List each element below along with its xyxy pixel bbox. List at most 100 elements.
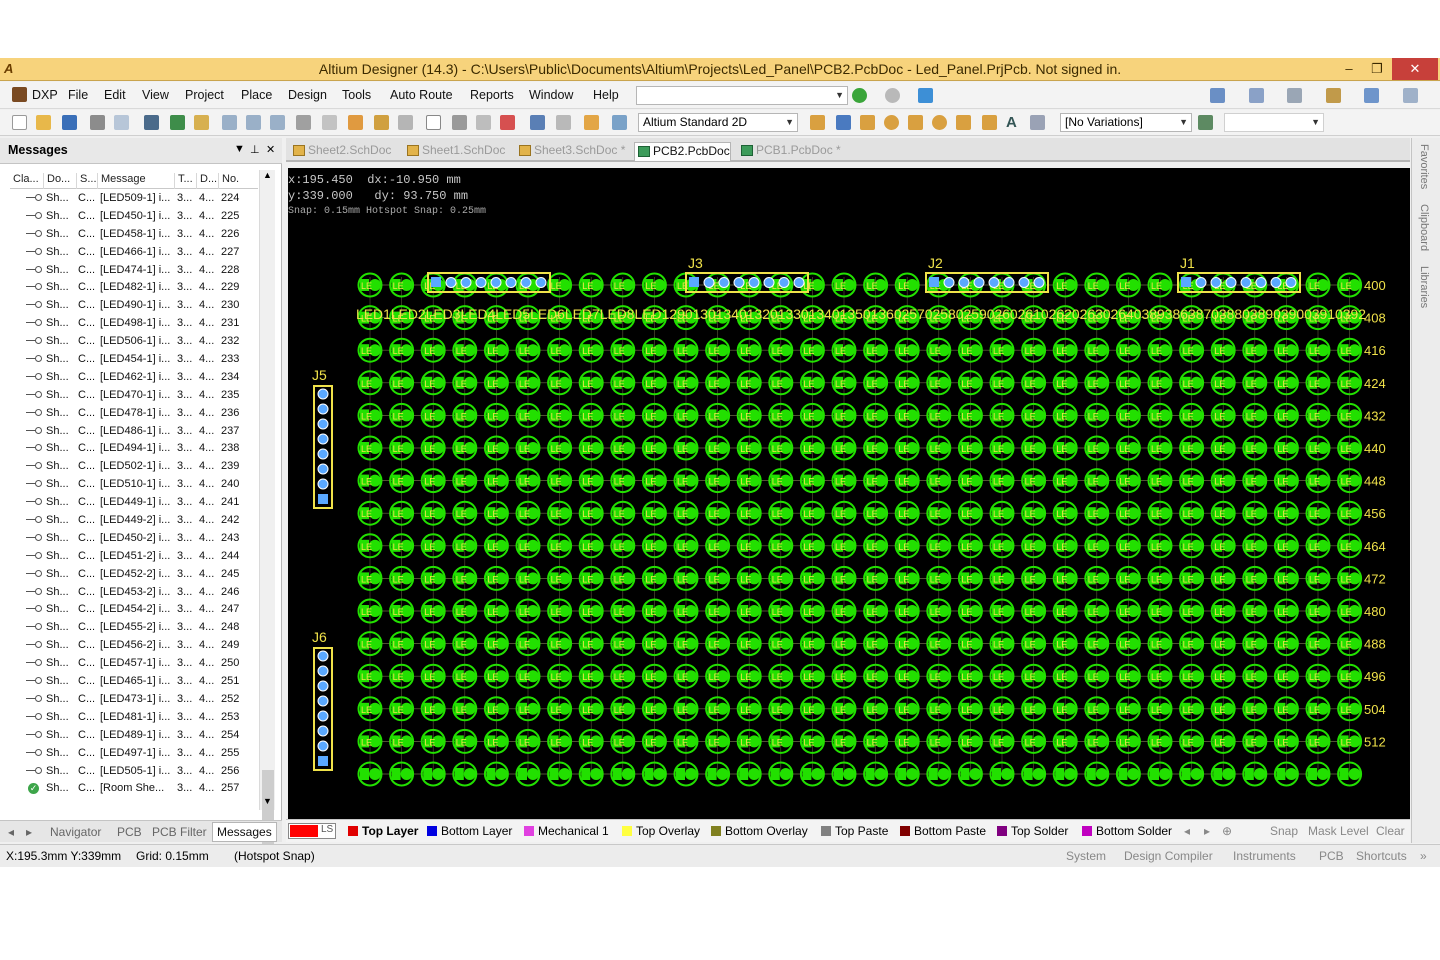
layer-tab[interactable]: Top Layer [348, 824, 418, 838]
scroll-up-icon[interactable]: ▲ [263, 170, 272, 180]
menu-help[interactable]: Help [593, 88, 619, 102]
menu-reports[interactable]: Reports [470, 88, 514, 102]
dxp-icon[interactable] [12, 87, 27, 102]
message-row[interactable]: Sh... C... [LED482-1] i... 3... 4... 229 [10, 279, 258, 297]
restore-button[interactable]: ❐ [1362, 58, 1392, 80]
message-row[interactable]: Sh... C... [LED473-1] i... 3... 4... 252 [10, 691, 258, 709]
tab-scroll-right-icon[interactable]: ▸ [26, 825, 32, 839]
message-row[interactable]: Sh... C... [LED449-1] i... 3... 4... 241 [10, 494, 258, 512]
via-icon[interactable] [908, 115, 923, 130]
clipboard-tab[interactable]: Clipboard [1418, 204, 1430, 251]
message-row[interactable]: Sh... C... [LED470-1] i... 3... 4... 235 [10, 387, 258, 405]
message-row[interactable]: Sh... C... [LED457-1] i... 3... 4... 250 [10, 655, 258, 673]
clear-filter-icon[interactable] [500, 115, 515, 130]
clear-icon[interactable] [398, 115, 413, 130]
view-mode-combo[interactable]: Altium Standard 2D ▼ [638, 113, 798, 132]
menu-design[interactable]: Design [288, 88, 327, 102]
print-icon[interactable] [90, 115, 105, 130]
panel-tab-pcb-filter[interactable]: PCB Filter [152, 825, 207, 839]
interactive-route-icon[interactable] [810, 115, 825, 130]
message-row[interactable]: Sh... C... [LED455-2] i... 3... 4... 248 [10, 619, 258, 637]
back-icon[interactable] [852, 88, 867, 103]
close-button[interactable]: ✕ [1392, 58, 1438, 80]
scroll-down-icon[interactable]: ▼ [263, 796, 272, 806]
compile-icon[interactable] [1287, 88, 1302, 103]
column-source[interactable]: S... [76, 173, 97, 189]
column-time[interactable]: T... [174, 173, 193, 189]
doc-tab[interactable]: PCB2.PcbDoc [634, 142, 731, 161]
message-row[interactable]: Sh... C... [LED462-1] i... 3... 4... 234 [10, 369, 258, 387]
layer-tab[interactable]: Top Overlay [622, 824, 700, 838]
pad-icon[interactable] [884, 115, 899, 130]
message-row[interactable]: Sh... C... [LED451-2] i... 3... 4... 244 [10, 548, 258, 566]
message-row[interactable]: ✓ Sh... C... [Room She... 3... 4... 257 [10, 780, 258, 798]
menu-window[interactable]: Window [529, 88, 573, 102]
layer-set-icon[interactable]: ⊕ [1222, 824, 1232, 838]
route-diff-pair-icon[interactable] [836, 115, 851, 130]
favorites-tab[interactable]: Favorites [1418, 144, 1430, 189]
panel-menu-icon[interactable]: ▼ [234, 143, 245, 155]
message-row[interactable]: Sh... C... [LED452-2] i... 3... 4... 245 [10, 566, 258, 584]
doc-tab[interactable]: Sheet3.SchDoc * [516, 142, 625, 161]
status-instruments-button[interactable]: Instruments [1233, 849, 1296, 863]
messages-scrollbar[interactable]: ▲ ▼ [259, 170, 275, 850]
message-row[interactable]: Sh... C... [LED449-2] i... 3... 4... 242 [10, 512, 258, 530]
tab-scroll-left-icon[interactable]: ◂ [8, 825, 14, 839]
message-row[interactable]: Sh... C... [LED506-1] i... 3... 4... 232 [10, 333, 258, 351]
message-row[interactable]: Sh... C... [LED458-1] i... 3... 4... 226 [10, 226, 258, 244]
pin-icon[interactable]: ⊥ [250, 143, 260, 156]
message-row[interactable]: Sh... C... [LED486-1] i... 3... 4... 237 [10, 423, 258, 441]
message-row[interactable]: Sh... C... [LED478-1] i... 3... 4... 236 [10, 405, 258, 423]
message-row[interactable]: Sh... C... [LED489-1] i... 3... 4... 254 [10, 727, 258, 745]
menu-project[interactable]: Project [185, 88, 224, 102]
menu-edit[interactable]: Edit [104, 88, 126, 102]
layer-tab[interactable]: Top Solder [997, 824, 1068, 838]
menu-view[interactable]: View [142, 88, 169, 102]
path-combo[interactable]: ▼ [636, 86, 848, 105]
message-row[interactable]: Sh... C... [LED450-1] i... 3... 4... 225 [10, 208, 258, 226]
layer-tab[interactable]: Mechanical 1 [524, 824, 609, 838]
undo-icon[interactable] [530, 115, 545, 130]
layer-bar-button-mask-level[interactable]: Mask Level [1308, 824, 1369, 838]
new-icon[interactable] [12, 115, 27, 130]
pencil-icon[interactable] [584, 115, 599, 130]
status-design-compiler-button[interactable]: Design Compiler [1124, 849, 1213, 863]
doc-tab[interactable]: Sheet2.SchDoc [290, 142, 391, 161]
arc-icon[interactable] [932, 115, 947, 130]
files-icon[interactable] [1249, 88, 1264, 103]
message-row[interactable]: Sh... C... [LED454-1] i... 3... 4... 233 [10, 351, 258, 369]
menu-auto-route[interactable]: Auto Route [390, 88, 453, 102]
message-row[interactable]: Sh... C... [LED502-1] i... 3... 4... 239 [10, 458, 258, 476]
message-row[interactable]: Sh... C... [LED454-2] i... 3... 4... 247 [10, 601, 258, 619]
message-row[interactable]: Sh... C... [LED456-2] i... 3... 4... 249 [10, 637, 258, 655]
menu-file[interactable]: File [68, 88, 88, 102]
cross-probe-icon[interactable] [476, 115, 491, 130]
preview-icon[interactable] [114, 115, 129, 130]
panel-tab-navigator[interactable]: Navigator [50, 825, 101, 839]
zoom-selected-icon[interactable] [194, 115, 209, 130]
layer-bar-button-clear[interactable]: Clear [1376, 824, 1405, 838]
layer-tab[interactable]: Top Paste [821, 824, 888, 838]
doc-tab[interactable]: Sheet1.SchDoc [404, 142, 505, 161]
component-icon[interactable] [1030, 115, 1045, 130]
redo-icon[interactable] [556, 115, 571, 130]
grid-icon[interactable] [1403, 88, 1418, 103]
column-document[interactable]: Do... [43, 173, 70, 189]
message-row[interactable]: Sh... C... [LED466-1] i... 3... 4... 227 [10, 244, 258, 262]
message-row[interactable]: Sh... C... [LED450-2] i... 3... 4... 243 [10, 530, 258, 548]
status-more-icon[interactable]: » [1420, 849, 1427, 863]
status-system-button[interactable]: System [1066, 849, 1106, 863]
libraries-tab[interactable]: Libraries [1418, 266, 1430, 308]
deselect-icon[interactable] [374, 115, 389, 130]
menu-tools[interactable]: Tools [342, 88, 371, 102]
route-multiple-icon[interactable] [860, 115, 875, 130]
crosshair-icon[interactable] [452, 115, 467, 130]
polygon-icon[interactable] [982, 115, 997, 130]
select-icon[interactable] [322, 115, 337, 130]
paste-icon[interactable] [270, 115, 285, 130]
message-row[interactable]: Sh... C... [LED505-1] i... 3... 4... 256 [10, 763, 258, 781]
zoom-area-icon[interactable] [170, 115, 185, 130]
rectangle-select-icon[interactable] [426, 115, 441, 130]
layer-tab[interactable]: Bottom Layer [427, 824, 512, 838]
panel-close-icon[interactable]: ✕ [266, 143, 275, 156]
